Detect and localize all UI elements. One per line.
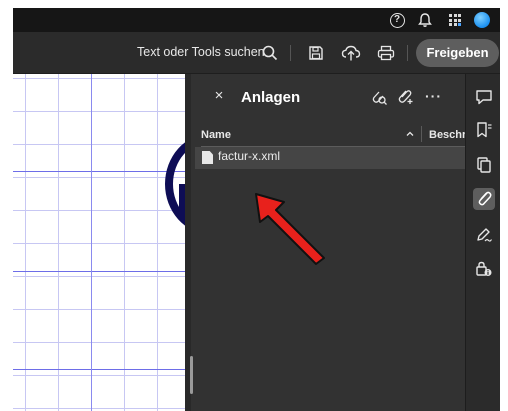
share-button[interactable]: Freigeben — [416, 39, 499, 67]
attachment-row[interactable]: factur-x.xml — [195, 147, 465, 169]
help-glyph: ? — [389, 12, 405, 28]
help-icon[interactable]: ? — [387, 10, 407, 30]
attachment-search-icon[interactable] — [369, 88, 389, 106]
save-icon[interactable] — [305, 42, 327, 64]
panel-title: Anlagen — [241, 89, 301, 106]
print-icon[interactable] — [375, 42, 397, 64]
comment-icon[interactable] — [473, 86, 495, 108]
document-canvas[interactable] — [13, 74, 185, 411]
sort-ascending-icon[interactable] — [404, 127, 416, 139]
grid-line — [13, 271, 185, 272]
more-options-icon[interactable]: ··· — [425, 88, 442, 104]
grid-line — [13, 369, 185, 370]
account-avatar-icon[interactable] — [472, 10, 492, 30]
toolbar-divider — [407, 45, 408, 61]
column-divider[interactable] — [421, 126, 422, 142]
pages-icon[interactable] — [473, 154, 495, 176]
file-icon — [202, 151, 213, 164]
search-icon[interactable] — [259, 42, 281, 64]
grid-line — [91, 74, 92, 411]
search-tools-label[interactable]: Text oder Tools suchen — [137, 45, 265, 59]
arrow-shape — [255, 193, 325, 265]
bell-icon[interactable] — [415, 10, 435, 30]
scrollbar-handle[interactable] — [190, 356, 193, 394]
grid-line — [13, 171, 185, 172]
toolbar-divider — [290, 45, 291, 61]
add-attachment-icon[interactable] — [395, 88, 415, 106]
apps-grid-icon[interactable] — [445, 10, 465, 30]
fill-sign-icon[interactable] — [473, 224, 495, 246]
right-tool-rail — [465, 74, 500, 411]
attachment-icon[interactable] — [473, 188, 495, 210]
protect-info-icon[interactable] — [473, 258, 495, 280]
close-icon[interactable]: × — [211, 88, 227, 104]
column-header-description[interactable]: Beschreibung — [429, 129, 465, 141]
upload-cloud-icon[interactable] — [340, 42, 362, 64]
annotation-arrow — [255, 193, 325, 265]
attachment-file-name[interactable]: factur-x.xml — [218, 149, 280, 163]
column-header-name[interactable]: Name — [201, 129, 231, 141]
bookmark-icon[interactable] — [473, 119, 495, 141]
system-bar: ? — [13, 8, 500, 32]
main-toolbar: Text oder Tools suchen Freigeben — [13, 32, 500, 74]
